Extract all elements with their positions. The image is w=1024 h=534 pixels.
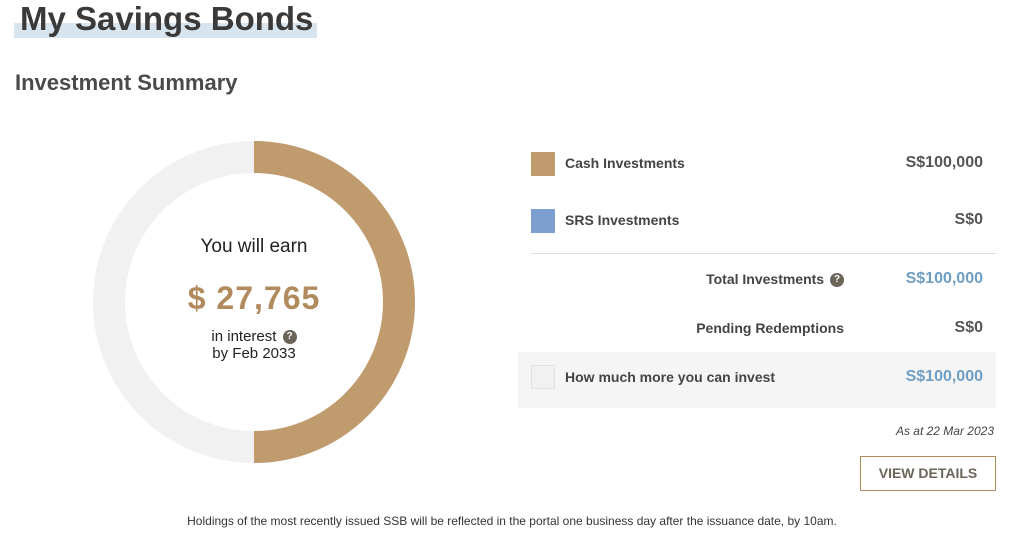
srs-value: S$0 xyxy=(954,211,983,228)
pending-label: Pending Redemptions xyxy=(696,320,844,336)
more-label: How much more you can invest xyxy=(565,369,776,385)
footnote: Holdings of the most recently issued SSB… xyxy=(187,514,837,528)
as-at-date: As at 22 Mar 2023 xyxy=(895,424,994,438)
total-label-group: Total Investments ? xyxy=(706,271,844,288)
interest-line: in interest ? xyxy=(92,328,416,345)
total-investments-row: Total Investments ? S$100,000 xyxy=(518,256,996,304)
earn-label: You will earn xyxy=(200,236,308,257)
pending-value: S$0 xyxy=(954,319,983,336)
page-title: My Savings Bonds xyxy=(14,0,318,38)
divider xyxy=(531,253,996,254)
cash-label: Cash Investments xyxy=(565,155,685,171)
help-icon[interactable]: ? xyxy=(282,330,297,345)
total-label: Total Investments xyxy=(706,271,825,287)
total-value: S$100,000 xyxy=(905,270,983,287)
section-title: Investment Summary xyxy=(15,70,238,95)
srs-label: SRS Investments xyxy=(565,212,680,228)
help-icon[interactable]: ? xyxy=(830,273,844,288)
interest-label: in interest xyxy=(211,328,277,345)
cash-swatch xyxy=(531,152,555,176)
more-swatch xyxy=(531,365,555,389)
view-details-button[interactable]: VIEW DETAILS xyxy=(860,456,996,491)
pending-redemptions-row: Pending Redemptions S$0 xyxy=(518,304,996,352)
cash-value: S$100,000 xyxy=(905,154,983,171)
more-value: S$100,000 xyxy=(905,368,983,385)
srs-investments-row: SRS Investments S$0 xyxy=(518,197,996,245)
cash-investments-row: Cash Investments S$100,000 xyxy=(518,140,996,188)
donut-center: You will earn $ 27,765 in interest ? by … xyxy=(92,140,416,464)
more-to-invest-row: How much more you can invest S$100,000 xyxy=(518,352,996,408)
by-date-label: by Feb 2033 xyxy=(212,345,296,362)
earn-amount: $ 27,765 xyxy=(187,280,321,316)
srs-swatch xyxy=(531,209,555,233)
interest-donut-chart: You will earn $ 27,765 in interest ? by … xyxy=(92,140,416,464)
